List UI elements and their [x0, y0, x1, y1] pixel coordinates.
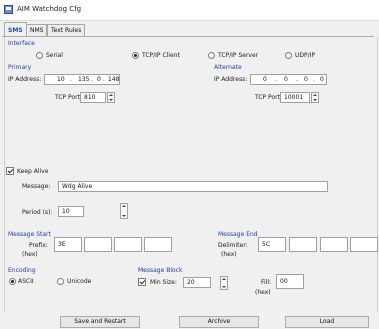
message-end-group-label: Message End: [218, 231, 258, 238]
ip-dot: .: [275, 76, 277, 83]
udp-label: UDP/IP: [295, 52, 316, 59]
prefix-byte-3[interactable]: [114, 237, 142, 252]
primary-ip-octet-2: 135: [78, 76, 90, 83]
udp-radio[interactable]: [285, 52, 292, 59]
serial-radio[interactable]: [36, 52, 43, 59]
primary-port-label: TCP Port:: [55, 94, 82, 101]
tab-text-rules[interactable]: Text Rules: [47, 24, 86, 36]
ascii-radio[interactable]: [9, 278, 16, 285]
delimiter-byte-3[interactable]: [320, 237, 348, 252]
primary-ip-input[interactable]: 10 . 135 . 0 . 148: [44, 74, 120, 85]
ascii-label: ASCII: [18, 278, 34, 285]
alternate-ip-label: IP Address:: [214, 76, 248, 83]
alternate-port-spinner[interactable]: [311, 92, 319, 103]
interface-group-label: Interface: [8, 40, 35, 47]
alternate-label: Alternate: [214, 64, 242, 71]
unicode-radio[interactable]: [57, 278, 64, 285]
min-size-input[interactable]: 20: [183, 277, 211, 288]
delimiter-label: Delimiter:: [218, 242, 248, 249]
prefix-hex-label: (hex): [22, 251, 38, 258]
alternate-ip-octet-3: 0: [304, 76, 308, 83]
tcp-client-label: TCP/IP Client: [142, 52, 180, 59]
archive-button[interactable]: Archive: [179, 316, 259, 328]
unicode-label: Unicode: [67, 278, 92, 285]
prefix-label: Prefix:: [29, 242, 48, 249]
period-label: Period (s):: [22, 209, 53, 216]
ip-dot: .: [296, 76, 298, 83]
min-size-spinner[interactable]: [220, 276, 228, 290]
min-size-label: Min Size:: [150, 279, 177, 286]
fill-hex-label: (hex): [255, 289, 271, 296]
alternate-ip-octet-2: 0: [284, 76, 288, 83]
fill-input[interactable]: 00: [276, 274, 304, 289]
tab-sms[interactable]: SMS: [4, 22, 27, 37]
keep-alive-label: Keep Alive: [17, 168, 49, 175]
message-block-group-label: Message Block: [138, 267, 183, 274]
delimiter-hex-label: (hex): [221, 251, 237, 258]
prefix-byte-2[interactable]: [84, 237, 112, 252]
ip-dot: .: [70, 76, 72, 83]
title-bar: AIM Watchdog Cfg: [0, 0, 379, 21]
delimiter-byte-4[interactable]: [350, 237, 378, 252]
primary-label: Primary: [8, 64, 32, 71]
delimiter-byte-2[interactable]: [289, 237, 317, 252]
alternate-ip-octet-1: 0: [263, 76, 267, 83]
tcp-server-label: TCP/IP Server: [218, 52, 259, 59]
period-input[interactable]: 10: [58, 206, 84, 217]
primary-port-spinner[interactable]: [107, 92, 115, 103]
tab-nms[interactable]: NMS: [26, 24, 48, 36]
encoding-group-label: Encoding: [8, 267, 36, 274]
ip-dot: .: [103, 76, 105, 83]
delimiter-byte-1[interactable]: 5C: [258, 237, 286, 252]
message-label: Message:: [22, 183, 51, 190]
primary-port-input[interactable]: 810: [80, 92, 106, 103]
save-and-restart-button[interactable]: Save and Restart: [60, 316, 140, 328]
app-icon: [4, 5, 13, 14]
tcp-client-radio[interactable]: [132, 52, 139, 59]
primary-ip-octet-4: 148: [108, 76, 120, 83]
message-start-group-label: Message Start: [8, 231, 51, 238]
tcp-server-radio[interactable]: [208, 52, 215, 59]
primary-ip-label: IP Address:: [8, 76, 42, 83]
primary-ip-octet-1: 10: [57, 76, 65, 83]
alternate-port-input[interactable]: 10001: [280, 92, 310, 103]
fill-label: Fill:: [261, 279, 272, 286]
alternate-ip-input[interactable]: 0 . 0 . 0 . 0: [250, 74, 327, 85]
alternate-port-label: TCP Port:: [255, 94, 282, 101]
keep-alive-message-input[interactable]: Wdg Alive: [58, 181, 328, 192]
prefix-byte-4[interactable]: [144, 237, 172, 252]
window-title: AIM Watchdog Cfg: [17, 5, 82, 13]
load-button[interactable]: Load: [285, 316, 369, 328]
primary-ip-octet-3: 0: [97, 76, 101, 83]
alternate-ip-octet-4: 0: [320, 76, 324, 83]
prefix-byte-1[interactable]: 3E: [54, 237, 82, 252]
serial-label: Serial: [46, 52, 63, 59]
min-size-checkbox[interactable]: [138, 278, 146, 286]
ip-dot: .: [313, 76, 315, 83]
ip-dot: .: [91, 76, 93, 83]
keep-alive-checkbox[interactable]: [6, 167, 14, 175]
period-spinner[interactable]: [120, 203, 128, 219]
